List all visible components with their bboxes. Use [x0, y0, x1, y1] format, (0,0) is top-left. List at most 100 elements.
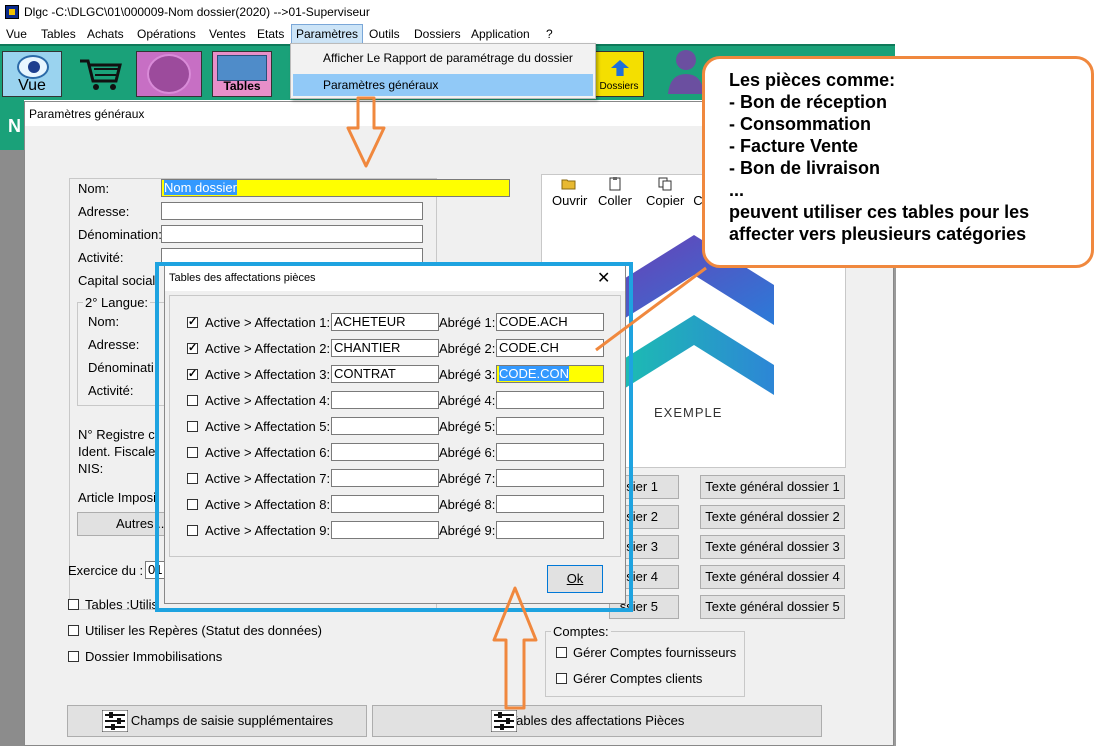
toolbar-vue-button[interactable]: Vue [2, 51, 62, 97]
fournisseurs-checkbox[interactable] [556, 647, 567, 658]
nom-input[interactable]: Nom dossier [161, 179, 510, 197]
champs-saisie-button[interactable]: Champs de saisie supplémentaires [67, 705, 367, 737]
affectation-9-input[interactable] [331, 521, 439, 539]
affectation-4-input[interactable] [331, 391, 439, 409]
abrege-5-label: Abrégé 5: [439, 419, 496, 434]
menu-parametres[interactable]: Paramètres [291, 24, 364, 44]
affectation-7-input[interactable] [331, 469, 439, 487]
user-icon[interactable] [666, 46, 706, 96]
abrege-6-input[interactable] [496, 443, 604, 461]
abrege-6-label: Abrégé 6: [439, 445, 496, 460]
affectation-3-checkbox[interactable] [187, 367, 198, 380]
toolbar-tables-button[interactable]: Tables [212, 51, 272, 97]
toolbar-tables-label: Tables [223, 79, 261, 93]
abrege-2-input[interactable]: CODE.CH [496, 339, 604, 357]
callout-line: Les pièces comme: [729, 70, 896, 90]
label-denomination: Dénomination: [78, 227, 162, 242]
abrege-4-input[interactable] [496, 391, 604, 409]
affectation-1-checkbox[interactable] [187, 315, 198, 328]
menu-achats[interactable]: Achats [87, 27, 124, 41]
abrege-9-input[interactable] [496, 521, 604, 539]
denomination-input[interactable] [161, 225, 423, 243]
toolbar-ventes-button[interactable] [136, 51, 202, 97]
exercice-input[interactable]: 01 [145, 561, 165, 579]
clients-checkbox[interactable] [556, 673, 567, 684]
toolbar-achats-button[interactable] [70, 51, 130, 97]
texte-general-button-1[interactable]: Texte général dossier 1 [700, 475, 845, 499]
menu-vue[interactable]: Vue [6, 27, 27, 41]
menu-outils[interactable]: Outils [369, 27, 400, 41]
affectation-8-label: Active > Affectation 8: [205, 497, 331, 512]
abrege-2-label: Abrégé 2: [439, 341, 496, 356]
annotation-callout: Les pièces comme: - Bon de réception - C… [702, 56, 1094, 268]
money-bag-icon [147, 54, 191, 94]
ok-button[interactable]: Ok [547, 565, 603, 593]
copier-tool[interactable]: Copier [646, 175, 684, 208]
menu-bar: Vue Tables Achats Opérations Ventes Etat… [0, 24, 1102, 44]
toolbar-dossiers-button[interactable]: Dossiers [594, 51, 644, 97]
affectation-2-checkbox[interactable] [187, 341, 198, 354]
abrege-3-label: Abrégé 3: [439, 367, 496, 382]
abrege-8-input[interactable] [496, 495, 604, 513]
affectation-8-input[interactable] [331, 495, 439, 513]
label-l2-denomination: Dénominati [88, 360, 154, 375]
affectation-5-label: Active > Affectation 5: [205, 419, 331, 434]
callout-line: - Bon de réception [729, 92, 888, 112]
adresse-input[interactable] [161, 202, 423, 220]
texte-general-button-3[interactable]: Texte général dossier 3 [700, 535, 845, 559]
menu-item-rapport[interactable]: Afficher Le Rapport de paramétrage du do… [293, 47, 593, 69]
coller-tool[interactable]: Coller [598, 175, 632, 208]
affectation-2-label: Active > Affectation 2: [205, 341, 331, 356]
label-l2-activite: Activité: [88, 383, 134, 398]
label-activite: Activité: [78, 250, 124, 265]
menu-operations[interactable]: Opérations [137, 27, 196, 41]
affectation-8-checkbox[interactable] [187, 499, 198, 510]
copy-icon [658, 177, 672, 191]
affectation-7-checkbox[interactable] [187, 473, 198, 484]
abrege-7-input[interactable] [496, 469, 604, 487]
affectation-6-checkbox[interactable] [187, 447, 198, 458]
texte-general-button-2[interactable]: Texte général dossier 2 [700, 505, 845, 529]
logo-caption: EXEMPLE [654, 405, 723, 420]
abrege-3-input[interactable]: CODE.CON [496, 365, 604, 383]
callout-line: - Bon de livraison [729, 158, 881, 178]
affectation-6-input[interactable] [331, 443, 439, 461]
menu-item-parametres-generaux[interactable]: Paramètres généraux [293, 74, 593, 96]
comptes-group [545, 631, 745, 697]
menu-etats[interactable]: Etats [257, 27, 284, 41]
menu-ventes[interactable]: Ventes [209, 27, 246, 41]
affectation-5-checkbox[interactable] [187, 421, 198, 432]
affectation-5-input[interactable] [331, 417, 439, 435]
reperes-checkbox[interactable] [68, 625, 79, 636]
menu-help[interactable]: ? [546, 27, 553, 41]
close-icon[interactable]: ✕ [597, 268, 610, 288]
affectation-9-checkbox[interactable] [187, 525, 198, 536]
upload-arrow-icon [611, 60, 629, 76]
affectation-4-label: Active > Affectation 4: [205, 393, 331, 408]
ouvrir-label: Ouvrir [552, 193, 588, 208]
affectation-3-input[interactable]: CONTRAT [331, 365, 439, 383]
callout-line: ... [729, 180, 745, 200]
menu-tables[interactable]: Tables [41, 27, 76, 41]
tables-checkbox[interactable] [68, 599, 79, 610]
second-language-caption: 2° Langue: [83, 295, 151, 310]
tables-affectations-button[interactable]: Tables des affectations Pièces [372, 705, 822, 737]
window-title: Paramètres généraux [29, 107, 145, 121]
cart-icon [80, 59, 122, 90]
sliders-icon [491, 710, 517, 732]
texte-general-button-4[interactable]: Texte général dossier 4 [700, 565, 845, 589]
comptes-caption: Comptes: [551, 624, 611, 639]
toolbar-dossiers-label: Dossiers [599, 81, 639, 92]
affectation-1-input[interactable]: ACHETEUR [331, 313, 439, 331]
affectations-dialog: Tables des affectations pièces ✕ Active … [164, 264, 626, 604]
affectation-4-checkbox[interactable] [187, 395, 198, 406]
toolbar-vue-label: Vue [18, 77, 46, 94]
menu-application[interactable]: Application [471, 27, 530, 41]
affectation-2-input[interactable]: CHANTIER [331, 339, 439, 357]
menu-dossiers[interactable]: Dossiers [414, 27, 461, 41]
abrege-5-input[interactable] [496, 417, 604, 435]
ouvrir-tool[interactable]: Ouvrir [552, 175, 588, 208]
immobilisations-checkbox[interactable] [68, 651, 79, 662]
abrege-1-input[interactable]: CODE.ACH [496, 313, 604, 331]
texte-general-button-5[interactable]: Texte général dossier 5 [700, 595, 845, 619]
